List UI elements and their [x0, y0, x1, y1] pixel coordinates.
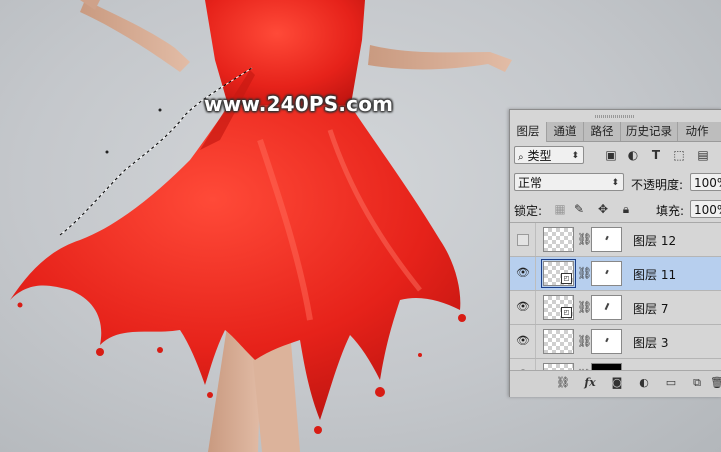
trash-icon[interactable]: 🗑︎ [710, 376, 721, 390]
search-icon: ⌕ [518, 152, 524, 163]
chain-link-icon[interactable]: ⛓︎ [577, 266, 592, 280]
lock-transparent-icon[interactable]: ▦ [553, 202, 567, 216]
layer-name[interactable]: 图层 7 [633, 300, 668, 317]
add-mask-icon[interactable]: ◙ [610, 376, 624, 390]
layer-row[interactable]: 👁︎ ⛓︎ 图层 3 [510, 325, 721, 359]
smart-object-icon: ◰ [561, 307, 572, 318]
fill-label: 填充: [656, 204, 685, 218]
layer-style-fx-icon[interactable]: fx [583, 376, 597, 390]
lock-paint-icon[interactable]: ✎ [572, 202, 586, 216]
fill-field[interactable]: 100% [690, 200, 721, 218]
updown-arrow-icon: ⬍ [611, 178, 619, 188]
shape-filter-icon[interactable]: ⬚ [672, 148, 686, 162]
layer-mask-thumbnail[interactable] [591, 261, 622, 286]
tab-channels[interactable]: 通道 [547, 122, 584, 141]
link-layers-icon[interactable]: ⛓︎ [556, 376, 570, 390]
layer-name[interactable]: 图层 3 [633, 334, 668, 351]
tab-layers[interactable]: 图层 [510, 122, 547, 142]
layer-mask-thumbnail[interactable] [591, 227, 622, 252]
filter-kind-select[interactable]: ⌕ 类型 ⬍ [514, 146, 584, 164]
blend-row: 正常 ⬍ 不透明度: 100% [510, 171, 721, 195]
layer-thumbnail[interactable]: ◰ [541, 259, 576, 288]
lock-row: 锁定: ▦ ✎ ✥ 🔒︎ 填充: 100% [510, 198, 721, 223]
lock-label: 锁定: [514, 204, 543, 218]
layer-mask-thumbnail[interactable] [591, 329, 622, 354]
watermark-text: www.240PS.com [204, 92, 394, 116]
layer-mask-thumbnail[interactable] [591, 295, 622, 320]
adjustment-layer-icon[interactable]: ◐ [637, 376, 651, 390]
panel-tabs: 图层 通道 路径 历史记录 动作 [510, 122, 721, 142]
layers-panel: 图层 通道 路径 历史记录 动作 ⌕ 类型 ⬍ ▣ ◐ T ⬚ ▤ 正常 ⬍ 不… [509, 109, 721, 397]
layer-row[interactable]: ⛓︎ 图层 12 [510, 223, 721, 257]
smart-object-icon: ◰ [561, 273, 572, 284]
layer-thumbnail[interactable]: ◰ [543, 295, 574, 320]
layer-row[interactable]: 👁︎ ◰ ⛓︎ 图层 7 [510, 291, 721, 325]
eye-icon[interactable]: 👁︎ [516, 335, 530, 347]
layer-row[interactable]: 👁︎ ⛓︎ 图层 [510, 359, 721, 370]
smart-object-filter-icon[interactable]: ▤ [696, 148, 710, 162]
blend-mode-value: 正常 [518, 176, 543, 190]
blend-mode-select[interactable]: 正常 ⬍ [514, 173, 624, 191]
layer-mask-thumbnail[interactable] [591, 363, 622, 370]
opacity-field[interactable]: 100% [690, 173, 721, 191]
lock-position-icon[interactable]: ✥ [596, 202, 610, 216]
tab-paths[interactable]: 路径 [584, 122, 621, 141]
layer-thumbnail[interactable] [543, 363, 574, 370]
filter-kind-value: 类型 [527, 149, 552, 163]
chain-link-icon[interactable]: ⛓︎ [577, 334, 592, 348]
layer-row[interactable]: 👁︎ ◰ ⛓︎ 图层 11 [510, 257, 721, 291]
visibility-toggle[interactable] [517, 234, 529, 246]
panel-grip[interactable] [510, 112, 721, 120]
updown-arrow-icon: ⬍ [571, 151, 579, 161]
chain-link-icon[interactable]: ⛓︎ [577, 300, 592, 314]
layer-thumbnail[interactable] [543, 227, 574, 252]
layer-name[interactable]: 图层 11 [633, 266, 676, 283]
eye-icon[interactable]: 👁︎ [516, 267, 530, 279]
filter-row: ⌕ 类型 ⬍ ▣ ◐ T ⬚ ▤ [510, 145, 721, 169]
tab-actions[interactable]: 动作 [678, 122, 716, 141]
lock-all-icon[interactable]: 🔒︎ [619, 202, 633, 216]
new-group-icon[interactable]: ▭ [664, 376, 678, 390]
eye-icon[interactable]: 👁︎ [516, 301, 530, 313]
chain-link-icon[interactable]: ⛓︎ [577, 232, 592, 246]
type-filter-icon[interactable]: T [649, 148, 663, 162]
opacity-label: 不透明度: [631, 178, 684, 192]
tab-history[interactable]: 历史记录 [621, 122, 678, 141]
new-layer-icon[interactable]: ⧉ [690, 376, 704, 390]
layer-name[interactable]: 图层 12 [633, 232, 676, 249]
adjustment-filter-icon[interactable]: ◐ [626, 148, 640, 162]
layers-bottom-bar: ⛓︎ fx ◙ ◐ ▭ ⧉ 🗑︎ [510, 370, 721, 397]
image-filter-icon[interactable]: ▣ [604, 148, 618, 162]
layer-thumbnail[interactable] [543, 329, 574, 354]
